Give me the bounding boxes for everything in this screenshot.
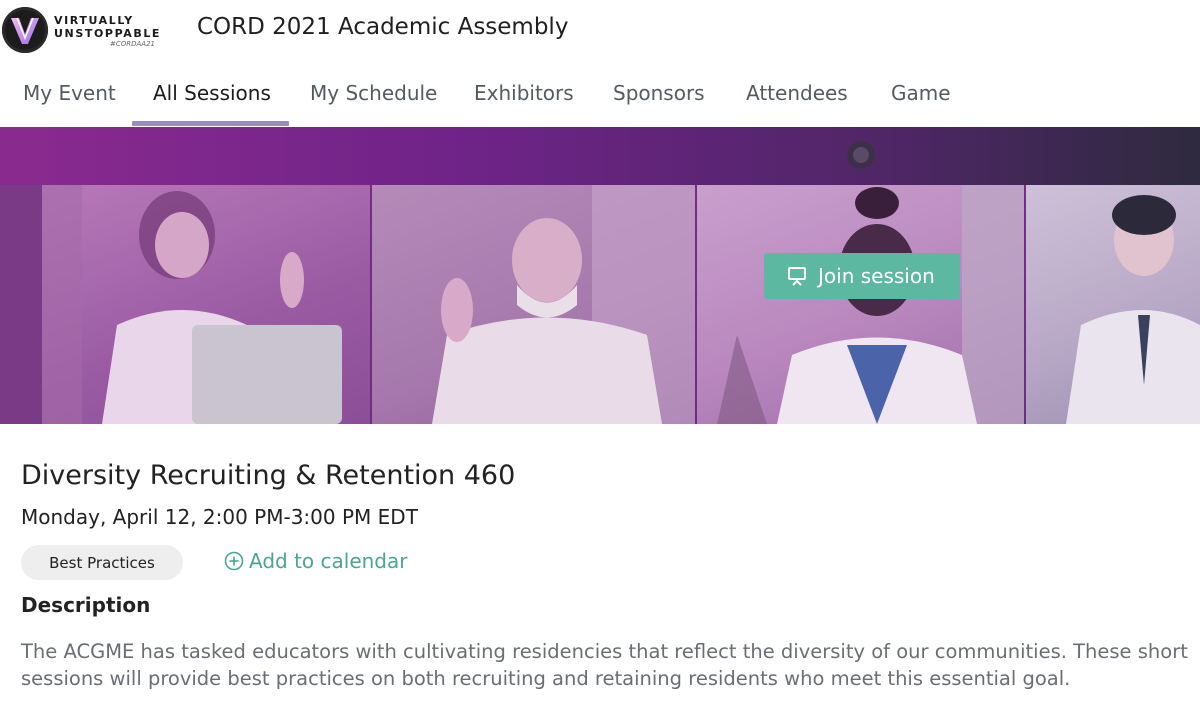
- banner-edge: [0, 185, 42, 424]
- tab-my-schedule[interactable]: My Schedule: [310, 81, 437, 105]
- tab-attendees[interactable]: Attendees: [746, 81, 848, 105]
- video-tile-3: [697, 185, 1024, 424]
- logo-hashtag: #CORDAA21: [110, 40, 156, 48]
- join-session-button[interactable]: Join session: [764, 253, 960, 299]
- video-tile-1: [42, 185, 370, 424]
- session-banner-image: Join session: [0, 127, 1200, 424]
- app-header: VIRTUALLY UNSTOPPABLE #CORDAA21 CORD 202…: [0, 0, 1200, 60]
- session-tag-label: Best Practices: [49, 553, 155, 572]
- video-tile-2: [372, 185, 695, 424]
- doctor-illustration-4: [1066, 195, 1200, 424]
- active-tab-indicator: [132, 121, 289, 126]
- add-to-calendar-link[interactable]: Add to calendar: [224, 549, 407, 573]
- add-to-calendar-label: Add to calendar: [249, 549, 408, 573]
- video-tile-4: [1026, 185, 1200, 424]
- event-title: CORD 2021 Academic Assembly: [197, 14, 569, 40]
- monitor-bezel: [0, 127, 1200, 185]
- tab-all-sessions[interactable]: All Sessions: [153, 81, 271, 105]
- tab-sponsors[interactable]: Sponsors: [613, 81, 705, 105]
- session-tag[interactable]: Best Practices: [21, 545, 183, 580]
- logo-line2: UNSTOPPABLE: [54, 27, 162, 40]
- logo-emblem: [2, 7, 48, 53]
- plus-circle-icon: [224, 551, 244, 571]
- tab-my-event[interactable]: My Event: [23, 81, 116, 105]
- logo-line1: VIRTUALLY: [54, 14, 134, 27]
- doctor-illustration-2: [432, 185, 695, 424]
- description-heading: Description: [21, 593, 151, 617]
- session-title: Diversity Recruiting & Retention 460: [21, 460, 516, 491]
- description-text: The ACGME has tasked educators with cult…: [21, 640, 1188, 690]
- webcam-icon: [847, 141, 875, 169]
- session-datetime: Monday, April 12, 2:00 PM-3:00 PM EDT: [21, 505, 418, 529]
- tab-exhibitors[interactable]: Exhibitors: [474, 81, 574, 105]
- join-session-label: Join session: [818, 264, 935, 288]
- tab-game[interactable]: Game: [891, 81, 951, 105]
- event-logo[interactable]: VIRTUALLY UNSTOPPABLE #CORDAA21: [2, 7, 172, 55]
- doctor-illustration-3: [717, 185, 1024, 424]
- main-nav: My Event All Sessions My Schedule Exhibi…: [0, 70, 1200, 127]
- presentation-icon: [788, 267, 806, 286]
- doctor-illustration-1: [42, 185, 342, 424]
